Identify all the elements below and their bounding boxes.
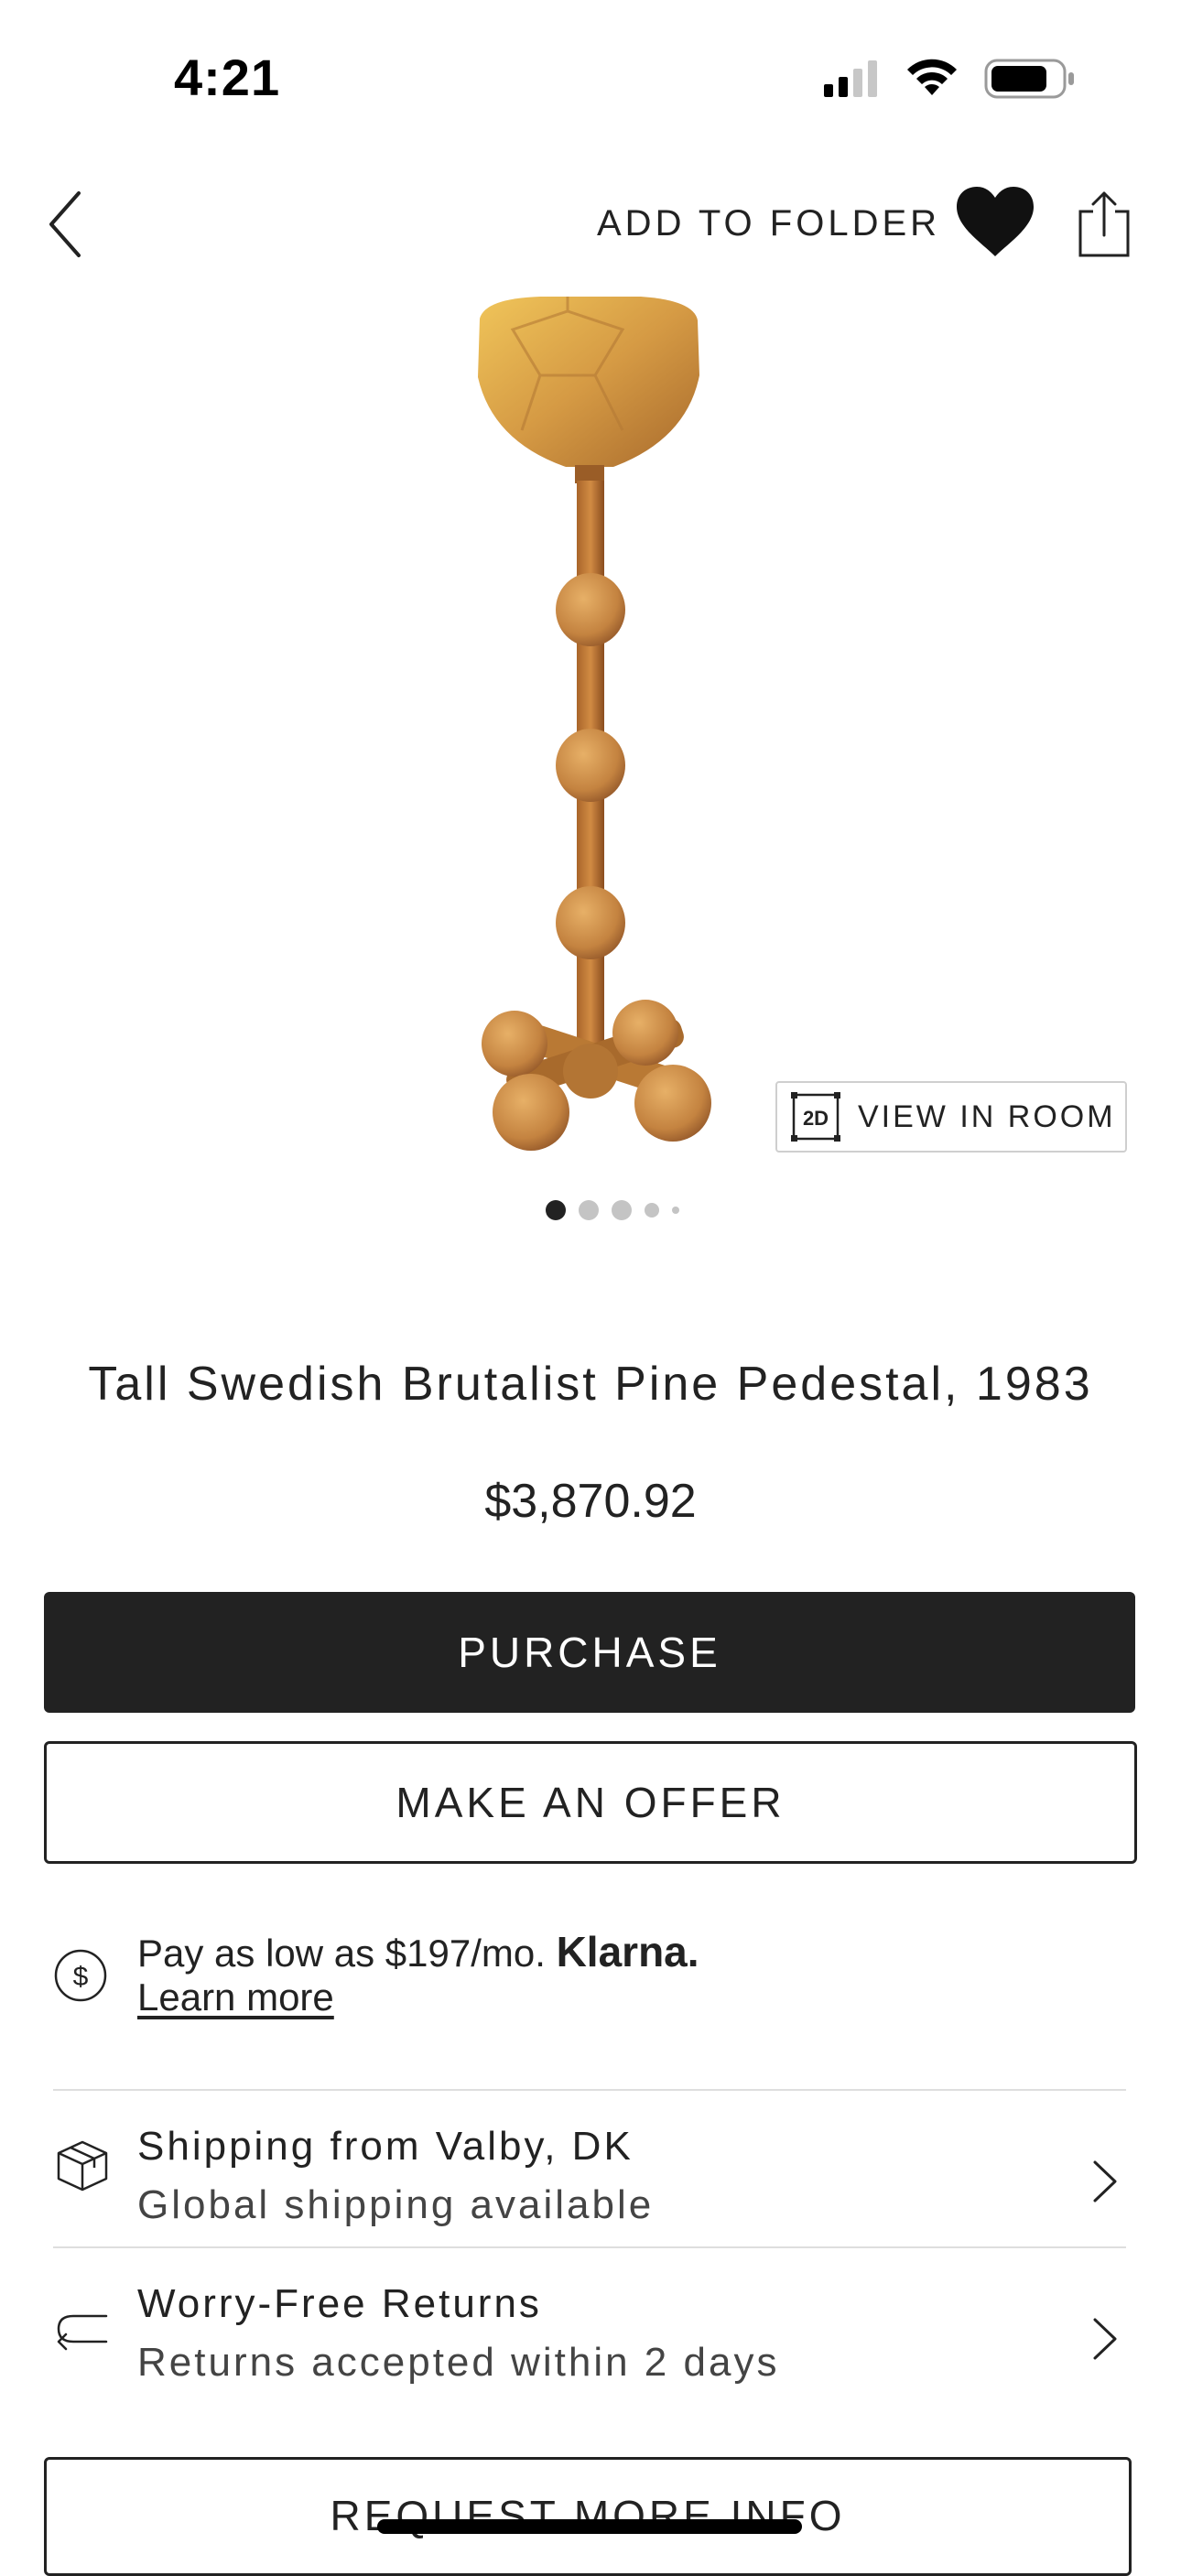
shipping-title: Shipping from Valby, DK <box>137 2124 634 2169</box>
dollar-circle-icon: $ <box>54 1949 107 2002</box>
share-icon <box>1078 191 1130 257</box>
heart-icon <box>957 187 1034 256</box>
image-pagination-dots[interactable] <box>546 1199 692 1221</box>
cellular-signal-icon <box>824 60 877 97</box>
view-in-room-label: VIEW IN ROOM <box>858 1099 1116 1134</box>
status-icons <box>824 57 1080 103</box>
wifi-icon <box>907 59 957 95</box>
klarna-logo: Klarna. <box>556 1928 699 1975</box>
back-button[interactable] <box>44 188 90 261</box>
pagination-dot-5[interactable] <box>672 1207 679 1214</box>
battery-icon <box>984 59 1074 99</box>
chevron-right-icon <box>1093 2318 1117 2360</box>
product-price: $3,870.92 <box>484 1475 697 1528</box>
product-title: Tall Swedish Brutalist Pine Pedestal, 19… <box>88 1358 1093 1411</box>
box-icon <box>57 2140 108 2192</box>
product-image[interactable] <box>458 293 723 1163</box>
return-arrow-icon <box>57 2314 108 2351</box>
shipping-subtitle: Global shipping available <box>137 2182 655 2227</box>
status-time: 4:21 <box>174 49 281 106</box>
view-in-room-button[interactable]: 2D VIEW IN ROOM <box>775 1081 1127 1153</box>
returns-subtitle: Returns accepted within 2 days <box>137 2340 780 2385</box>
chevron-right-icon <box>1093 2160 1117 2203</box>
chevron-left-icon <box>49 191 81 257</box>
2d-view-icon: 2D <box>791 1092 840 1142</box>
shipping-row[interactable]: Shipping from Valby, DK Global shipping … <box>0 2091 1181 2256</box>
pagination-dot-1[interactable] <box>546 1200 566 1220</box>
favorite-button[interactable] <box>955 185 1035 258</box>
financing-text: Pay as low as $197/mo. Klarna. <box>137 1927 699 1976</box>
purchase-button[interactable]: PURCHASE <box>44 1592 1135 1713</box>
returns-row[interactable]: Worry-Free Returns Returns accepted with… <box>0 2248 1181 2413</box>
2d-icon-text: 2D <box>803 1107 829 1130</box>
returns-title: Worry-Free Returns <box>137 2281 542 2326</box>
financing-offer: Pay as low as $197/mo. <box>137 1932 546 1975</box>
add-to-folder-button[interactable]: ADD TO FOLDER <box>597 203 940 244</box>
svg-text:$: $ <box>73 1962 89 1992</box>
home-indicator[interactable] <box>377 2519 802 2534</box>
share-button[interactable] <box>1077 189 1132 259</box>
pagination-dot-3[interactable] <box>612 1200 632 1220</box>
pagination-dot-4[interactable] <box>645 1203 659 1218</box>
learn-more-link[interactable]: Learn more <box>137 1975 334 2019</box>
request-more-info-button[interactable]: REQUEST MORE INFO <box>44 2457 1132 2576</box>
make-offer-button[interactable]: MAKE AN OFFER <box>44 1741 1137 1864</box>
pagination-dot-2[interactable] <box>579 1200 599 1220</box>
